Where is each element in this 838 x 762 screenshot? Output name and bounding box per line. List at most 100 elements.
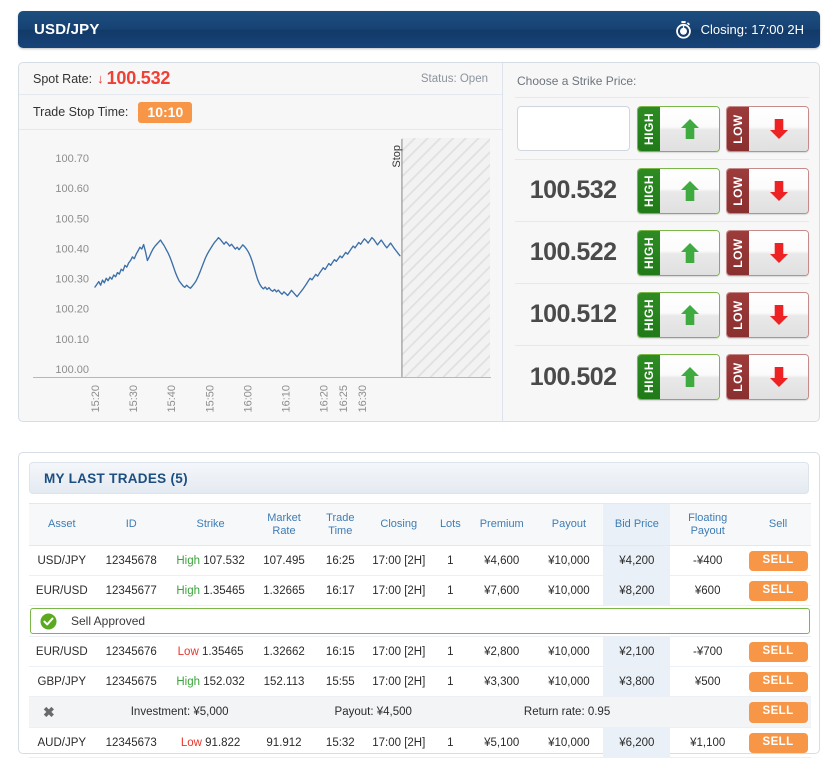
table-row: EUR/USD 12345677 High 1.35465 1.32665 16:17 1… bbox=[29, 575, 811, 607]
cell-premium: ¥7,600 bbox=[469, 575, 535, 607]
cell-asset: EUR/USD bbox=[29, 636, 95, 668]
direction-badge: Low bbox=[177, 645, 199, 658]
sell-button[interactable]: SELL bbox=[748, 671, 808, 693]
trades-panel-header: MY LAST TRADES (5) bbox=[29, 462, 809, 494]
col-trade-time: Trade Time bbox=[314, 502, 366, 547]
col-sell: Sell bbox=[745, 502, 811, 547]
chart-stop-label: Stop bbox=[391, 145, 403, 168]
cell-strike: High 152.032 bbox=[167, 666, 254, 698]
low-button[interactable]: LOW bbox=[726, 354, 810, 400]
sell-button[interactable]: SELL bbox=[748, 641, 808, 663]
arrow-up-icon bbox=[660, 355, 720, 399]
trades-table: Asset ID Strike Market Rate Trade Time C… bbox=[29, 502, 811, 759]
cell-id: 12345676 bbox=[94, 636, 168, 668]
close-icon[interactable]: ✖ bbox=[43, 704, 55, 721]
cell-trade-time: 16:17 bbox=[314, 575, 366, 607]
col-strike: Strike bbox=[167, 502, 254, 547]
cell-floating-payout: -¥400 bbox=[670, 545, 746, 577]
cell-sell: SELL bbox=[745, 666, 811, 698]
low-button[interactable]: LOW bbox=[726, 167, 810, 214]
cell-closing: 17:00 [2H] bbox=[365, 666, 432, 698]
detail-inner: ✖ Investment: ¥5,000 Payout: ¥4,500 Return … bbox=[29, 697, 745, 727]
arrow-down-icon bbox=[749, 106, 809, 151]
cell-payout: ¥10,000 bbox=[534, 575, 604, 607]
high-label: HIGH bbox=[638, 168, 661, 213]
cell-sell: SELL bbox=[745, 636, 811, 668]
cell-asset: GBP/JPY bbox=[29, 666, 95, 698]
cell-bid-price: ¥8,200 bbox=[603, 575, 671, 607]
chart-x-tick: 16:30 bbox=[357, 385, 369, 412]
col-payout: Payout bbox=[534, 502, 604, 547]
detail-cell: ✖ Investment: ¥5,000 Payout: ¥4,500 Return … bbox=[29, 696, 746, 729]
direction-badge: High bbox=[176, 584, 201, 597]
trades-table-head: Asset ID Strike Market Rate Trade Time C… bbox=[29, 502, 811, 547]
sell-button[interactable]: SELL bbox=[748, 580, 808, 602]
chart-y-tick: 100.50 bbox=[55, 213, 89, 225]
direction-badge: High bbox=[176, 675, 201, 688]
trades-panel: MY LAST TRADES (5) Asset ID Strike Marke… bbox=[18, 452, 820, 759]
high-button[interactable]: HIGH bbox=[637, 354, 721, 400]
chart-x-tick: 15:20 bbox=[90, 385, 102, 412]
trading-page: USD/JPY Closing: 17:00 2H Spot Rate: ↓ 1… bbox=[0, 0, 838, 762]
high-button[interactable]: HIGH bbox=[637, 229, 721, 276]
spot-rate-row: Spot Rate: ↓ 100.532 Status: Open bbox=[19, 63, 502, 95]
cell-bid-price: ¥4,200 bbox=[603, 545, 671, 577]
high-label: HIGH bbox=[638, 106, 661, 151]
cell-bid-price: ¥2,100 bbox=[603, 636, 671, 668]
chart-x-tick: 16:10 bbox=[281, 385, 293, 412]
notification-text: Sell Approved bbox=[71, 614, 146, 629]
cell-closing: 17:00 [2H] bbox=[365, 727, 432, 759]
arrow-down-icon bbox=[749, 168, 809, 213]
trades-table-body: USD/JPY 12345678 High 107.532 107.495 16:25 1… bbox=[29, 545, 811, 759]
high-button-custom[interactable]: HIGH bbox=[637, 105, 721, 152]
arrow-up-icon bbox=[660, 292, 720, 337]
trades-title: MY LAST TRADES (5) bbox=[44, 470, 188, 486]
sell-button[interactable]: SELL bbox=[748, 550, 808, 572]
table-header-row: Asset ID Strike Market Rate Trade Time C… bbox=[29, 502, 811, 547]
closing-label: Closing: 17:00 2H bbox=[700, 22, 804, 37]
cell-trade-time: 15:55 bbox=[314, 666, 366, 698]
strike-price-value: 100.502 bbox=[529, 362, 617, 391]
direction-badge: High bbox=[176, 554, 201, 567]
sell-button[interactable]: SELL bbox=[748, 732, 808, 754]
chart-y-tick: 100.40 bbox=[55, 243, 89, 255]
cell-market-rate: 91.912 bbox=[253, 727, 315, 759]
cell-market-rate: 152.113 bbox=[253, 666, 315, 698]
cell-lots: 1 bbox=[431, 666, 470, 698]
detail-return-rate: Return rate: 0.95 bbox=[523, 706, 611, 719]
chart-y-tick: 100.00 bbox=[55, 364, 89, 376]
strike-price-input[interactable] bbox=[516, 106, 630, 151]
col-asset: Asset bbox=[29, 502, 95, 547]
cell-floating-payout: ¥1,100 bbox=[670, 727, 746, 759]
strike-price-heading: Choose a Strike Price: bbox=[515, 63, 809, 98]
sell-button[interactable]: SELL bbox=[748, 702, 808, 723]
cell-lots: 1 bbox=[431, 545, 470, 577]
low-button[interactable]: LOW bbox=[726, 229, 810, 276]
sell-approved-notice: Sell Approved bbox=[30, 608, 810, 635]
cell-id: 12345677 bbox=[94, 575, 168, 607]
high-label: HIGH bbox=[638, 230, 661, 275]
cell-asset: AUD/JPY bbox=[29, 727, 95, 759]
cell-payout: ¥10,000 bbox=[534, 636, 604, 668]
cell-premium: ¥5,100 bbox=[469, 727, 535, 759]
strike-price-value: 100.512 bbox=[529, 300, 617, 328]
cell-bid-price: ¥3,800 bbox=[603, 666, 671, 698]
strike-price-section: Choose a Strike Price: HIGH LOW 100.532 … bbox=[503, 63, 821, 421]
high-label: HIGH bbox=[638, 355, 661, 399]
strike-row: 100.522 HIGH LOW bbox=[515, 222, 810, 284]
arrow-up-icon bbox=[660, 168, 720, 213]
high-button[interactable]: HIGH bbox=[637, 167, 721, 214]
strike-price-value: 100.522 bbox=[529, 238, 617, 266]
chart-x-tick: 16:25 bbox=[338, 385, 350, 412]
strike-row: 100.512 HIGH LOW bbox=[515, 284, 810, 346]
low-button-custom[interactable]: LOW bbox=[726, 105, 810, 152]
high-button[interactable]: HIGH bbox=[637, 291, 721, 338]
chart-x-tick: 16:20 bbox=[319, 385, 331, 412]
strike-row-custom: HIGH LOW bbox=[515, 98, 810, 160]
notification-cell: Sell Approved bbox=[29, 605, 811, 638]
low-button[interactable]: LOW bbox=[726, 291, 810, 338]
arrow-down-icon: ↓ bbox=[97, 71, 104, 86]
chart-x-tick: 15:40 bbox=[166, 385, 178, 412]
cell-closing: 17:00 [2H] bbox=[365, 545, 432, 577]
cell-asset: EUR/USD bbox=[29, 575, 95, 607]
